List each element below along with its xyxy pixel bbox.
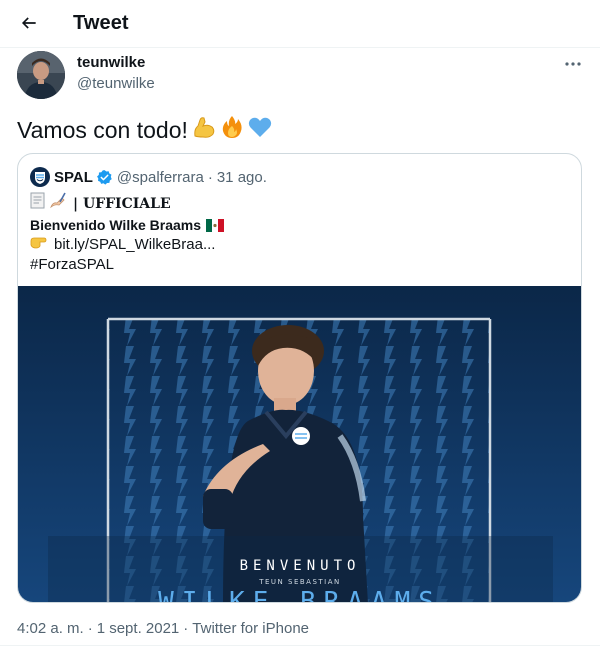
quoted-author-handle[interactable]: @spalferrara (117, 169, 204, 186)
divider (0, 645, 600, 646)
tweet-meta: 4:02 a. m. · 1 sept. 2021 · Twitter for iPho… (17, 620, 309, 637)
separator-dot: · (183, 620, 189, 637)
more-options-button[interactable] (562, 52, 584, 74)
quoted-media-image[interactable]: BENVENUTO TEUN SEBASTIAN WILKE BRAAMS (18, 286, 581, 603)
quoted-line-official: | UFFICIALE (30, 192, 224, 215)
hashtag-link[interactable]: #ForzaSPAL (30, 255, 114, 275)
writing-hand-icon (49, 192, 67, 215)
verified-badge-icon (96, 169, 113, 186)
avatar[interactable] (17, 51, 65, 99)
quoted-line-welcome: Bienvenido Wilke Braams (30, 215, 225, 235)
quoted-text: | UFFICIALE Bienvenido Wilke Braams bit.… (30, 192, 225, 275)
separator-dot: · (87, 620, 93, 637)
mexico-flag-icon (206, 218, 225, 232)
author-handle[interactable]: @teunwilke (77, 75, 155, 92)
media-subtitle: TEUN SEBASTIAN (258, 578, 341, 586)
spal-logo-icon[interactable] (30, 167, 50, 187)
quoted-header: SPAL @spalferrara · 31 ago. (30, 167, 267, 187)
blue-heart-icon (247, 114, 273, 147)
document-icon (30, 192, 46, 215)
page-title: Tweet (73, 12, 129, 34)
fire-icon (219, 114, 245, 147)
flexed-biceps-icon (191, 114, 217, 147)
tweet-date[interactable]: 1 sept. 2021 (97, 620, 180, 637)
author-display-name[interactable]: teunwilke (77, 54, 145, 71)
quoted-line-link: bit.ly/SPAL_WilkeBraa... (30, 235, 224, 255)
tweet-emojis (191, 114, 273, 147)
arrow-left-icon (19, 13, 39, 38)
quoted-date[interactable]: 31 ago. (217, 169, 267, 186)
media-player-name: WILKE BRAAMS (158, 587, 442, 603)
pointing-right-icon (30, 235, 48, 255)
top-bar: Tweet (0, 0, 600, 48)
quoted-line-hashtag: #ForzaSPAL (30, 255, 224, 275)
quoted-author-name[interactable]: SPAL (54, 169, 93, 186)
more-horizontal-icon (564, 54, 582, 72)
quoted-link[interactable]: bit.ly/SPAL_WilkeBraa... (54, 235, 215, 255)
tweet-time[interactable]: 4:02 a. m. (17, 620, 84, 637)
quoted-tweet-card[interactable]: SPAL @spalferrara · 31 ago. | UFFICIALE … (17, 153, 582, 603)
tweet-text-content: Vamos con todo! (17, 116, 188, 143)
separator-dot: · (207, 168, 213, 186)
tweet-source[interactable]: Twitter for iPhone (192, 620, 309, 637)
tweet-text: Vamos con todo! (17, 113, 273, 146)
media-title: BENVENUTO (240, 558, 361, 574)
back-button[interactable] (14, 10, 44, 40)
